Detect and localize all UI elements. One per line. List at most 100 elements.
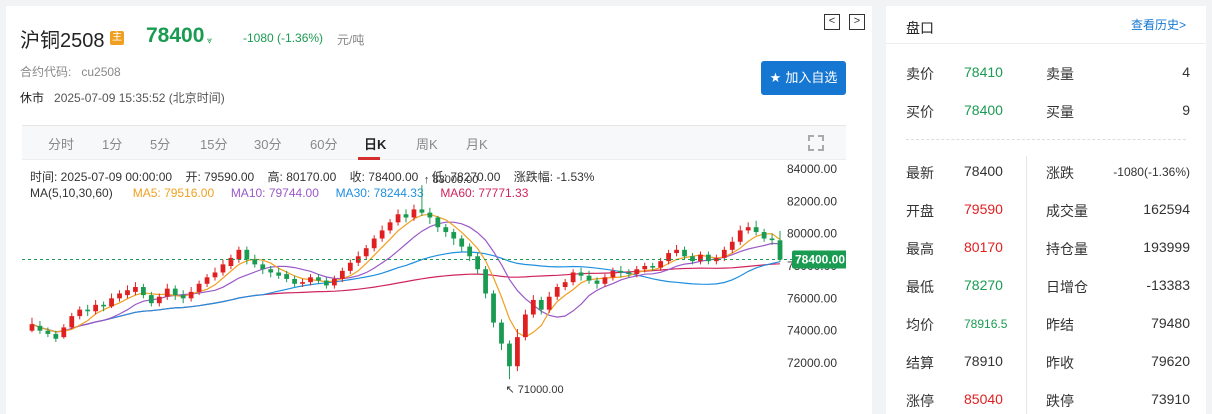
current-price-label: 78400.00 bbox=[795, 253, 845, 267]
history-link[interactable]: 查看历史> bbox=[1131, 16, 1186, 33]
candle-body bbox=[650, 266, 656, 268]
row-value: 79480 bbox=[1151, 315, 1190, 331]
candle-body bbox=[435, 217, 441, 228]
candle-body bbox=[602, 277, 608, 284]
row-value: 78270 bbox=[964, 277, 1003, 293]
row-value: 80170 bbox=[964, 239, 1003, 255]
candle-body bbox=[347, 262, 353, 271]
candle-body bbox=[156, 296, 162, 304]
candle-body bbox=[308, 277, 313, 283]
quote-row-2: 最高 80170 持仓量 193999 bbox=[906, 239, 1190, 259]
candle-body bbox=[212, 272, 218, 278]
candle-body bbox=[507, 343, 512, 367]
candle-body bbox=[618, 270, 624, 273]
candlestick-plot[interactable]: 84000.0082000.0080000.0078000.0076000.00… bbox=[22, 160, 846, 414]
ma5-line bbox=[31, 213, 781, 338]
fullscreen-icon[interactable] bbox=[808, 135, 824, 151]
row-label: 最新 bbox=[906, 165, 934, 181]
y-tick-label: 80000.00 bbox=[787, 227, 837, 241]
candle-body bbox=[45, 330, 51, 334]
candle-body bbox=[324, 280, 329, 286]
add-watchlist-label: 加入自选 bbox=[785, 70, 838, 85]
tab-1[interactable]: 1分 bbox=[102, 134, 122, 153]
row-label: 持仓量 bbox=[1046, 241, 1088, 257]
candle-body bbox=[658, 261, 664, 268]
candle-body bbox=[570, 272, 576, 283]
row-value: 193999 bbox=[1143, 239, 1190, 255]
row-value: 73910 bbox=[1151, 391, 1190, 407]
row-label: 日增仓 bbox=[1046, 279, 1088, 295]
candle-body bbox=[562, 282, 568, 288]
last-price: 78400 bbox=[146, 24, 205, 47]
y-tick-label: 74000.00 bbox=[787, 324, 837, 338]
dashed-divider bbox=[906, 139, 1186, 140]
tab-4[interactable]: 30分 bbox=[254, 134, 281, 153]
candle-body bbox=[164, 288, 170, 297]
row-label: 卖量 bbox=[1046, 66, 1074, 82]
row-value: 78400 bbox=[964, 102, 1003, 118]
row-label: 买量 bbox=[1046, 104, 1074, 120]
candle-body bbox=[698, 254, 703, 262]
y-tick-label: 82000.00 bbox=[787, 194, 837, 208]
candle-body bbox=[745, 227, 751, 231]
candle-body bbox=[737, 230, 743, 242]
row-label: 涨停 bbox=[906, 393, 934, 409]
tab-7[interactable]: 周K bbox=[416, 134, 438, 153]
candle-body bbox=[594, 280, 600, 284]
wave-arrow-icon: ⩔ bbox=[207, 35, 213, 45]
ma10-line bbox=[31, 221, 781, 333]
y-tick-label: 76000.00 bbox=[787, 291, 837, 305]
candle-body bbox=[292, 278, 297, 284]
candle-body bbox=[761, 232, 767, 239]
candle-body bbox=[634, 269, 640, 275]
market-status: 休市 2025-07-09 15:35:52 (北京时间) bbox=[20, 89, 225, 106]
row-label: 昨结 bbox=[1046, 317, 1074, 333]
candle-body bbox=[109, 298, 114, 307]
candle-body bbox=[371, 238, 377, 249]
row-value: 78400 bbox=[964, 163, 1003, 179]
candle-body bbox=[515, 337, 520, 367]
candle-body bbox=[642, 266, 648, 270]
quote-row-top-0: 卖价 78410 卖量 4 bbox=[906, 64, 1190, 84]
kline-chart: 分时 1分 5分 15分 30分 60分 日K 周K 月K 时间: 2025-07-09 00:… bbox=[22, 125, 846, 414]
price-unit: 元/吨 bbox=[337, 33, 365, 47]
contract-title: 沪铜2508 bbox=[20, 30, 105, 52]
candle-body bbox=[148, 295, 154, 304]
ma60-line bbox=[31, 263, 781, 333]
row-label: 买价 bbox=[906, 104, 934, 120]
page: 沪铜2508 主 78400 ⩔ -1080 (-1.36%) 元/吨 合约代码… bbox=[0, 0, 1212, 414]
row-label: 最高 bbox=[906, 241, 934, 257]
tab-3[interactable]: 15分 bbox=[200, 134, 227, 153]
tab-5[interactable]: 60分 bbox=[310, 134, 337, 153]
candle-body bbox=[93, 304, 99, 312]
candle-body bbox=[331, 278, 337, 286]
candle-body bbox=[316, 277, 321, 281]
add-watchlist-button[interactable]: ★ 加入自选 bbox=[761, 61, 846, 95]
candle-body bbox=[61, 327, 67, 338]
row-value: 9 bbox=[1182, 102, 1190, 118]
tab-6[interactable]: 日K bbox=[364, 134, 386, 153]
tab-2[interactable]: 5分 bbox=[150, 134, 170, 153]
row-label: 昨收 bbox=[1046, 355, 1074, 371]
next-button[interactable]: > bbox=[849, 14, 865, 30]
row-value: 4 bbox=[1182, 64, 1190, 80]
candle-body bbox=[268, 269, 274, 273]
tab-8[interactable]: 月K bbox=[466, 134, 488, 153]
status-datetime: 2025-07-09 15:35:52 (北京时间) bbox=[54, 91, 225, 105]
candle-body bbox=[626, 272, 632, 275]
candle-body bbox=[276, 272, 282, 276]
candle-body bbox=[459, 238, 465, 247]
row-value: 79590 bbox=[964, 201, 1003, 217]
candle-body bbox=[403, 214, 409, 218]
prev-button[interactable]: < bbox=[824, 14, 840, 30]
tab-0[interactable]: 分时 bbox=[48, 134, 74, 153]
candle-body bbox=[491, 293, 496, 323]
y-tick-label: 84000.00 bbox=[787, 162, 837, 176]
candle-body bbox=[37, 325, 43, 331]
candle-body bbox=[244, 249, 250, 260]
candle-body bbox=[172, 288, 178, 296]
candle-body bbox=[690, 256, 695, 262]
candle-body bbox=[236, 249, 242, 260]
row-value: 85040 bbox=[964, 391, 1003, 407]
candle-body bbox=[769, 238, 775, 241]
